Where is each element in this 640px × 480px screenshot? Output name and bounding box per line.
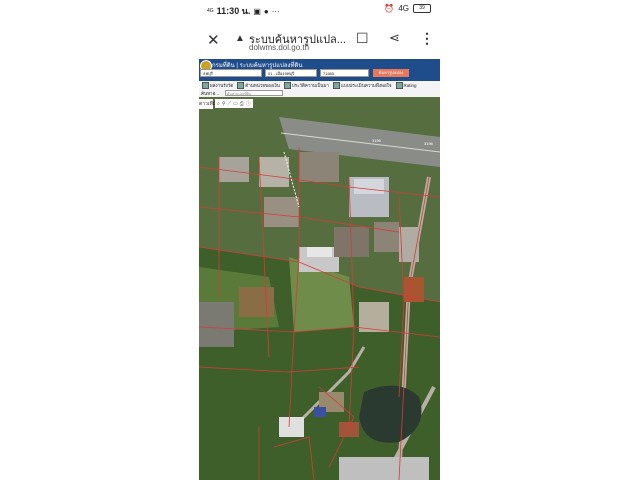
building xyxy=(264,197,299,227)
building xyxy=(219,157,249,182)
address-search-row: ค้นหาอ... ค้นหาแปลงที่ดิน xyxy=(199,89,440,97)
layer-label: ด้านหน่วยของเงิน xyxy=(245,82,280,88)
layer-label: Rating xyxy=(403,82,417,88)
building-roof xyxy=(307,247,332,257)
layer-bar: ผลงานรังวัด ด้านหน่วยของเงิน ประวัติความ… xyxy=(199,81,440,89)
road-label: 3196 xyxy=(372,138,382,143)
status-bar: 4G 11:30 น. ▣ ● ··· ⏰ 4G 39 xyxy=(199,0,440,20)
road-label: 3196 xyxy=(424,141,434,146)
warning-icon[interactable]: ▲ xyxy=(235,33,245,44)
building xyxy=(374,222,399,252)
info-icon[interactable]: ⓘ xyxy=(246,100,251,107)
more-dots: ··· xyxy=(271,6,280,16)
share-icon[interactable]: ⋖ xyxy=(389,30,400,46)
layer-label: แบบประเมินความพึงพอใจ xyxy=(340,82,392,88)
print-icon[interactable]: ⎙ xyxy=(240,101,244,107)
bare-land xyxy=(359,302,389,332)
area-icon[interactable]: ▭ xyxy=(233,101,238,107)
amphoe-select[interactable]: 01 - เมืองลพบุรี xyxy=(265,69,317,77)
phone-screen: 4G 11:30 น. ▣ ● ··· ⏰ 4G 39 ✕ ▲ ระบบค้นห… xyxy=(199,0,440,480)
layer-icon xyxy=(283,81,291,89)
zoom-icon[interactable]: ⌕ xyxy=(217,101,220,107)
building xyxy=(279,417,304,437)
app-header: กรมที่ดิน | ระบบค้นหารูปแปลงที่ดิน ลพบุร… xyxy=(199,59,440,81)
layer-label: ประวัติความเป็นมา xyxy=(291,82,329,88)
web-app: 3196 3196 กรมที่ดิน | ระบบค้นหารูปแปลงที… xyxy=(199,59,440,480)
lte-indicator: 4G xyxy=(398,4,409,13)
more-menu-icon[interactable]: ⋮ xyxy=(420,30,434,47)
sim-icon: ▣ xyxy=(253,6,261,16)
layer-icon xyxy=(395,81,403,89)
map-toolbar: ⌕ ⚲ ⟋ ▭ ⎙ ⓘ xyxy=(215,99,253,108)
layer-icon xyxy=(332,81,340,89)
page-url[interactable]: dolwms.dol.go.th xyxy=(249,43,309,52)
layer-history[interactable]: ประวัติความเป็นมา xyxy=(283,81,329,89)
layer-icon xyxy=(237,81,245,89)
battery-icon: 39 xyxy=(413,4,431,13)
close-icon[interactable]: ✕ xyxy=(207,31,220,49)
satellite-map[interactable]: 3196 3196 xyxy=(199,97,440,480)
building xyxy=(259,157,289,187)
layer-survey[interactable]: ผลงานรังวัด xyxy=(202,81,234,89)
bookmark-icon[interactable]: ☐ xyxy=(356,30,369,47)
address-label: ค้นหาอ... xyxy=(201,91,220,96)
building xyxy=(199,302,234,347)
province-select[interactable]: ลพบุรี xyxy=(200,69,262,77)
layer-rating[interactable]: Rating xyxy=(395,81,417,89)
map-type-button[interactable]: ดาวเทียม xyxy=(199,99,219,109)
parcel-number-input[interactable]: 71665 xyxy=(320,69,369,77)
clock: 11:30 น. xyxy=(216,6,251,16)
measure-icon[interactable]: ⟋ xyxy=(227,101,231,107)
address-search-input[interactable]: ค้นหาแปลงที่ดิน xyxy=(225,89,283,96)
layer-icon xyxy=(202,81,209,89)
network-indicator: 4G xyxy=(207,7,214,14)
layer-survey-form[interactable]: แบบประเมินความพึงพอใจ xyxy=(332,81,392,89)
bare-land xyxy=(239,287,274,317)
alarm-icon: ⏰ xyxy=(384,4,395,13)
browser-toolbar: ✕ ▲ ระบบค้นหารูปแปล... dolwms.dol.go.th … xyxy=(199,22,440,58)
building-roof xyxy=(354,179,384,194)
building xyxy=(299,152,339,182)
layer-label: ผลงานรังวัด xyxy=(210,82,234,88)
layer-unit[interactable]: ด้านหน่วยของเงิน xyxy=(237,81,280,89)
search-parcel-button[interactable]: ค้นหารูปแปลง xyxy=(373,69,409,77)
building-blue-roof xyxy=(314,407,326,417)
status-left: 4G 11:30 น. ▣ ● ··· xyxy=(207,4,280,18)
status-right: ⏰ 4G 39 xyxy=(384,4,431,13)
chat-icon: ● xyxy=(263,6,269,16)
housing-area xyxy=(339,457,429,480)
pin-icon[interactable]: ⚲ xyxy=(222,101,226,107)
